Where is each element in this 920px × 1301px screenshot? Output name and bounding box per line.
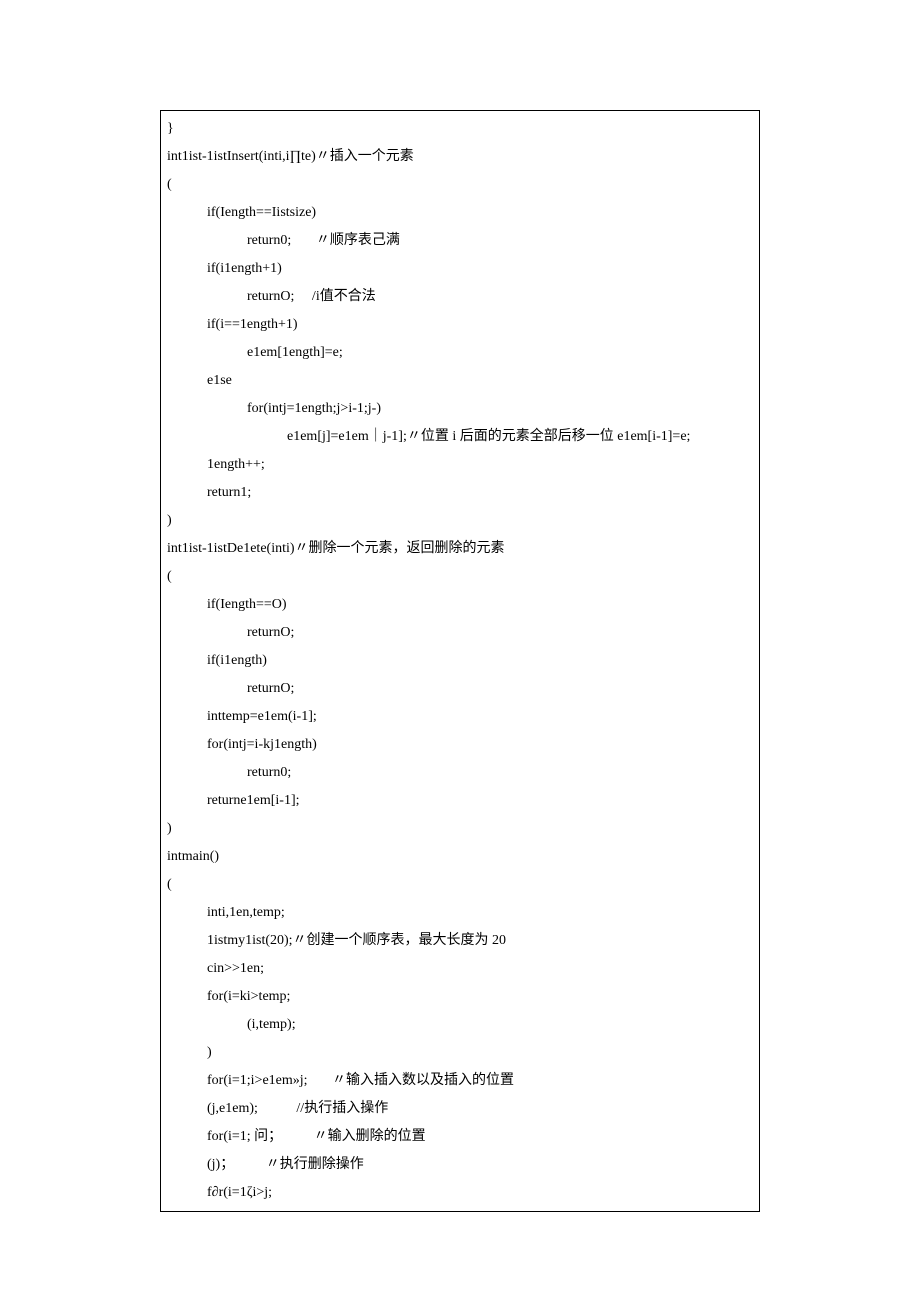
code-line: return0; <box>167 759 753 787</box>
code-container: } int1ist-1istInsert(inti,i∏te)〃插入一个元素 (… <box>160 110 760 1212</box>
code-line: e1se <box>167 367 753 395</box>
code-line: int1ist-1istInsert(inti,i∏te)〃插入一个元素 <box>167 143 753 171</box>
code-line: if(i1ength) <box>167 647 753 675</box>
code-line: returne1em[i-1]; <box>167 787 753 815</box>
code-line: if(i1ength+1) <box>167 255 753 283</box>
code-line: if(Iength==Iistsize) <box>167 199 753 227</box>
code-line: (i,temp); <box>167 1011 753 1039</box>
code-line: for(i=ki>temp; <box>167 983 753 1011</box>
code-line: ( <box>167 171 753 199</box>
code-line: cin>>1en; <box>167 955 753 983</box>
code-line: 1istmy1ist(20);〃创建一个顺序表，最大长度为 20 <box>167 927 753 955</box>
code-line: for(i=1;i>e1em»j; 〃输入插入数以及插入的位置 <box>167 1067 753 1095</box>
code-line: returnO; <box>167 675 753 703</box>
code-line: for(intj=i-kj1ength) <box>167 731 753 759</box>
code-line: (j,e1em); //执行插入操作 <box>167 1095 753 1123</box>
code-line: return0; 〃顺序表己满 <box>167 227 753 255</box>
code-line: ) <box>167 507 753 535</box>
code-line: if(i==1ength+1) <box>167 311 753 339</box>
code-line: returnO; <box>167 619 753 647</box>
code-line: ) <box>167 1039 753 1067</box>
code-line: intmain() <box>167 843 753 871</box>
code-line: returnO; /i值不合法 <box>167 283 753 311</box>
code-line: e1em[1ength]=e; <box>167 339 753 367</box>
code-line: ) <box>167 815 753 843</box>
code-line: return1; <box>167 479 753 507</box>
code-line: e1em[j]=e1em｜j-1];〃位置 i 后面的元素全部后移一位 e1em… <box>167 423 753 451</box>
code-line: } <box>167 115 753 143</box>
code-line: if(Iength==O) <box>167 591 753 619</box>
code-line: 1ength++; <box>167 451 753 479</box>
code-line: (j)； 〃执行删除操作 <box>167 1151 753 1179</box>
code-line: for(intj=1ength;j>i-1;j-) <box>167 395 753 423</box>
code-line: ( <box>167 563 753 591</box>
code-line: inttemp=e1em(i-1]; <box>167 703 753 731</box>
code-line: int1ist-1istDe1ete(inti)〃删除一个元素，返回删除的元素 <box>167 535 753 563</box>
code-line: inti,1en,temp; <box>167 899 753 927</box>
document-page: } int1ist-1istInsert(inti,i∏te)〃插入一个元素 (… <box>0 0 920 1301</box>
code-line: ( <box>167 871 753 899</box>
code-line: for(i=1; 问； 〃输入删除的位置 <box>167 1123 753 1151</box>
code-line: f∂r(i=1ζi>j; <box>167 1179 753 1207</box>
